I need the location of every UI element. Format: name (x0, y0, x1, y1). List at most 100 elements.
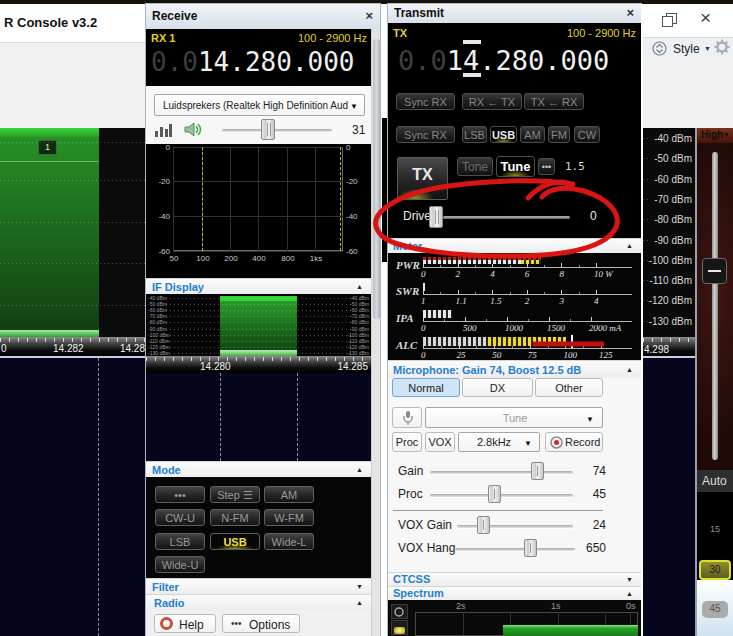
vertical-handle[interactable] (702, 258, 727, 284)
collapse-icon[interactable]: ▲ (356, 466, 363, 473)
meter-tick-minor (548, 346, 549, 348)
slider-track[interactable] (457, 525, 573, 528)
passband-top-edge (0, 128, 99, 137)
mode-button-usb[interactable]: USB (210, 533, 260, 550)
receive-scrollbar[interactable] (371, 29, 380, 636)
drive-slider-track[interactable] (443, 216, 570, 219)
options-button[interactable]: •••Options (222, 614, 300, 633)
vox-button[interactable]: VOX (425, 432, 455, 452)
meter-tick-minor (510, 265, 511, 267)
mode-button-w-fm[interactable]: W-FM (264, 509, 314, 526)
drive-slider-handle[interactable] (429, 206, 443, 228)
db-tick (643, 138, 650, 139)
collapse-icon[interactable]: ▲ (626, 242, 633, 249)
record-button[interactable]: Record (545, 432, 603, 452)
mic-button[interactable] (392, 407, 422, 428)
tx-mode-button-cw[interactable]: CW (574, 126, 600, 143)
meter-tick-label: 75 (528, 350, 537, 360)
collapse-icon[interactable]: ▲ (356, 283, 363, 290)
mode-button--[interactable]: ••• (155, 486, 205, 503)
spectrum-camera-button[interactable] (391, 604, 408, 619)
tx-mode-button-lsb[interactable]: LSB (462, 126, 487, 143)
settings-gear-icon[interactable] (714, 39, 730, 55)
expand-icon[interactable]: ▼ (356, 583, 363, 590)
volume-slider-handle[interactable] (261, 119, 275, 140)
if-grid-line (166, 329, 351, 330)
collapse-icon[interactable]: ▲ (626, 366, 633, 373)
close-icon[interactable]: × (365, 8, 373, 23)
profile-button-other[interactable]: Other (535, 378, 603, 397)
auto-header[interactable]: Auto (697, 470, 733, 492)
slider-handle[interactable] (531, 462, 544, 480)
slider-handle[interactable] (488, 485, 501, 503)
sync-rx-mode-button[interactable]: Sync RX (396, 126, 455, 143)
tx-button-label: TX (398, 166, 447, 184)
x-label: 100 (194, 254, 212, 263)
restore-window-button[interactable] (662, 13, 677, 27)
more-options-button[interactable]: ••• (538, 158, 555, 175)
mode-button-wide-u[interactable]: Wide-U (155, 556, 205, 573)
profile-button-normal[interactable]: Normal (392, 378, 460, 397)
audio-device-select[interactable]: Luidsprekers (Realtek High Definition Au… (154, 94, 365, 116)
slider-track[interactable] (455, 548, 575, 551)
close-window-button[interactable]: × (700, 7, 718, 31)
tx-mode-button-usb[interactable]: USB (490, 126, 517, 143)
transmit-display: TX 100 - 2900 Hz 0.014.280.000 Sync RX RX ← … (388, 23, 641, 238)
collapse-icon[interactable]: ▲ (356, 599, 363, 606)
tune-button[interactable]: Tune (496, 156, 535, 177)
tx-mode-button-am[interactable]: AM (520, 126, 545, 143)
tx-range: 100 - 2900 Hz (567, 27, 636, 39)
vertical-track[interactable] (712, 152, 718, 460)
slider-handle[interactable] (524, 539, 537, 557)
transmit-titlebar[interactable]: Transmit× (388, 4, 641, 24)
receive-titlebar[interactable]: Receive× (146, 4, 380, 30)
mode-button-cw-u[interactable]: CW-U (155, 509, 205, 526)
bar (160, 127, 163, 137)
scale-label-mid: 14.282 (53, 343, 84, 354)
mode-button-step-[interactable]: Step ☰ (210, 486, 260, 503)
tune-select[interactable]: Tune▼ (425, 407, 603, 428)
close-icon[interactable]: × (626, 5, 634, 20)
if-frequency-scale[interactable]: 14.28014.285 (146, 356, 371, 373)
slider-track[interactable] (430, 494, 573, 497)
rx-from-tx-button[interactable]: RX ← TX (462, 93, 522, 110)
proc-button[interactable]: Proc (392, 432, 422, 452)
help-button[interactable]: Help (154, 614, 216, 633)
right-spectrum-display: -40 dBm-50 dBm-60 dBm-70 dBm-80 dBm-90 d… (643, 128, 695, 337)
ratio-value: 1.5 (565, 160, 585, 173)
mode-button-am[interactable]: AM (264, 486, 314, 503)
y-label-left: -40 (148, 212, 170, 221)
lower-slider[interactable]: 153045 (697, 492, 733, 636)
tx-frequency: 0.014.280.000 (398, 45, 609, 76)
tx-mode-button-fm[interactable]: FM (548, 126, 570, 143)
if-grid-line (166, 298, 351, 299)
volume-row: 31 (146, 118, 371, 144)
high-header[interactable]: High▼ (697, 128, 733, 143)
slider-handle[interactable] (477, 516, 490, 534)
spectrum-light-button[interactable] (391, 620, 408, 635)
x-label: 800 (279, 254, 297, 263)
microphone-area: NormalDXOtherTune▼ProcVOX2.8kHz▼RecordGa… (388, 378, 641, 566)
tone-button[interactable]: Tone (457, 157, 493, 176)
sync-rx-button[interactable]: Sync RX (396, 93, 455, 110)
bandwidth-select[interactable]: 2.8kHz▼ (458, 432, 540, 452)
style-dropdown-arrow[interactable]: ▼ (704, 45, 711, 52)
tx-from-rx-button[interactable]: TX ← RX (524, 93, 584, 110)
profile-button-dx[interactable]: DX (462, 378, 533, 397)
volume-slider-track[interactable] (222, 129, 332, 132)
tx-button[interactable]: TX (397, 157, 448, 200)
expand-icon[interactable]: ▼ (626, 576, 633, 583)
slider-track[interactable] (430, 471, 573, 474)
filter-edge-low (202, 147, 203, 251)
left-frequency-scale[interactable]: 014.28214.28 (0, 337, 146, 356)
mode-button-lsb[interactable]: LSB (155, 533, 205, 550)
mode-button-wide-l[interactable]: Wide-L (264, 533, 314, 550)
lower-slider-handle[interactable]: 30 (699, 560, 731, 580)
mode-button-n-fm[interactable]: N-FM (210, 509, 260, 526)
if-waterfall (146, 373, 371, 461)
microphone-header[interactable]: Microphone: Gain 74, Boost 12.5 dB▲ (388, 360, 641, 380)
receive-panel: Receive×RX 1100 - 2900 Hz0.014.280.000Lu… (146, 4, 380, 636)
collapse-icon[interactable]: ▲ (626, 590, 633, 597)
right-frequency-scale[interactable]: 4.298 (643, 337, 695, 356)
scrollbar-thumb[interactable] (373, 39, 380, 319)
